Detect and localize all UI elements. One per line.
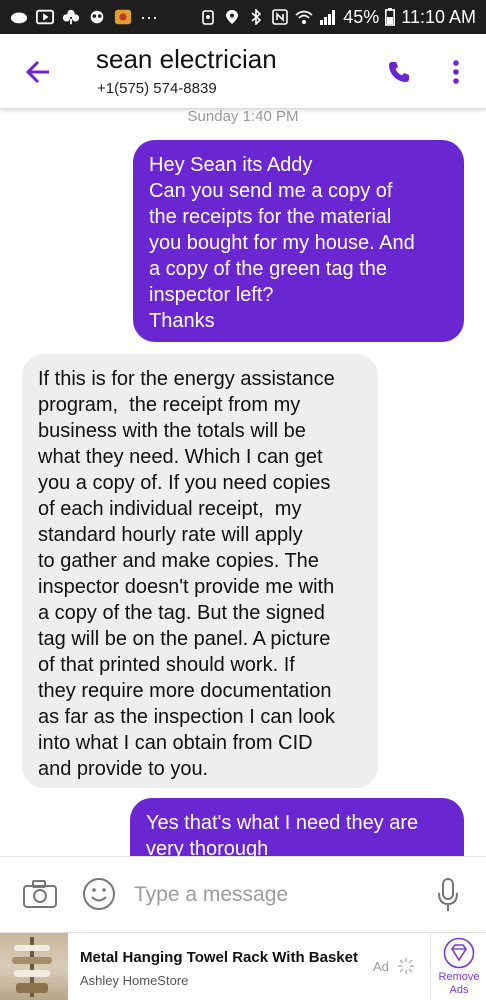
bluetooth-icon: [251, 9, 262, 25]
back-arrow-icon: [25, 60, 49, 84]
status-bar: ··· 45% 11:10 AM: [0, 0, 486, 34]
clover-icon: [62, 9, 80, 25]
microphone-icon: [438, 878, 458, 911]
contact-name: sean electrician: [96, 44, 277, 74]
back-button[interactable]: [20, 54, 56, 90]
compose-bar: [0, 856, 486, 932]
location-icon: [226, 10, 239, 24]
message-input[interactable]: [134, 875, 414, 915]
voice-input-button[interactable]: [436, 877, 460, 913]
ad-title[interactable]: Metal Hanging Towel Rack With Basket: [80, 949, 358, 966]
wifi-icon: [295, 10, 313, 24]
camera-button[interactable]: [22, 879, 58, 911]
system-icons: 45% 11:10 AM: [199, 7, 476, 28]
app-icon: [114, 9, 132, 25]
sent-message-bubble[interactable]: Hey Sean its Addy Can you send me a copy…: [133, 140, 464, 342]
towel-rack-icon: [12, 937, 52, 997]
ellipsis-icon: ···: [140, 6, 158, 27]
remove-ads-label: Remove Ads: [438, 971, 480, 996]
ad-product-image[interactable]: [0, 933, 68, 1000]
remove-ads-button[interactable]: Remove Ads: [432, 933, 486, 1000]
alarm-icon: [202, 10, 215, 25]
ad-banner[interactable]: Metal Hanging Towel Rack With Basket Ash…: [0, 932, 486, 1000]
diamond-icon: [443, 937, 475, 969]
notification-icons: ···: [10, 7, 158, 28]
battery-percent: 45%: [343, 6, 380, 27]
conversation-header: sean electrician +1(575) 574-8839: [0, 34, 486, 108]
sent-message-bubble[interactable]: Yes that's what I need they are very tho…: [130, 798, 464, 856]
phone-icon: [389, 62, 409, 82]
more-options-button[interactable]: [440, 54, 472, 90]
ad-choices-icon[interactable]: [397, 957, 415, 975]
signal-icon: [320, 10, 336, 25]
message-list[interactable]: Sunday 1:40 PM Hey Sean its Addy Can you…: [0, 108, 486, 856]
clock: 11:10 AM: [401, 6, 476, 27]
received-message-bubble[interactable]: If this is for the energy assistance pro…: [22, 354, 378, 788]
more-vertical-icon: [453, 60, 459, 84]
date-label: Sunday 1:40 PM: [187, 108, 299, 125]
contact-phone: +1(575) 574-8839: [97, 80, 217, 97]
ad-advertiser: Ashley HomeStore: [80, 973, 189, 988]
ad-badge: Ad: [373, 959, 389, 974]
emoji-button[interactable]: [82, 877, 116, 911]
camera-icon: [23, 880, 57, 908]
nfc-icon: [272, 9, 289, 25]
emoji-icon: [83, 878, 115, 910]
ad-divider: [430, 933, 431, 1000]
messaging-app: ··· 45% 11:10 AM sean electrician +1(575…: [0, 0, 486, 1000]
game-icon: [90, 10, 104, 24]
play-icon: [36, 9, 54, 25]
cloud-icon: [10, 12, 28, 24]
call-button[interactable]: [383, 56, 415, 88]
battery-icon: [385, 8, 396, 26]
